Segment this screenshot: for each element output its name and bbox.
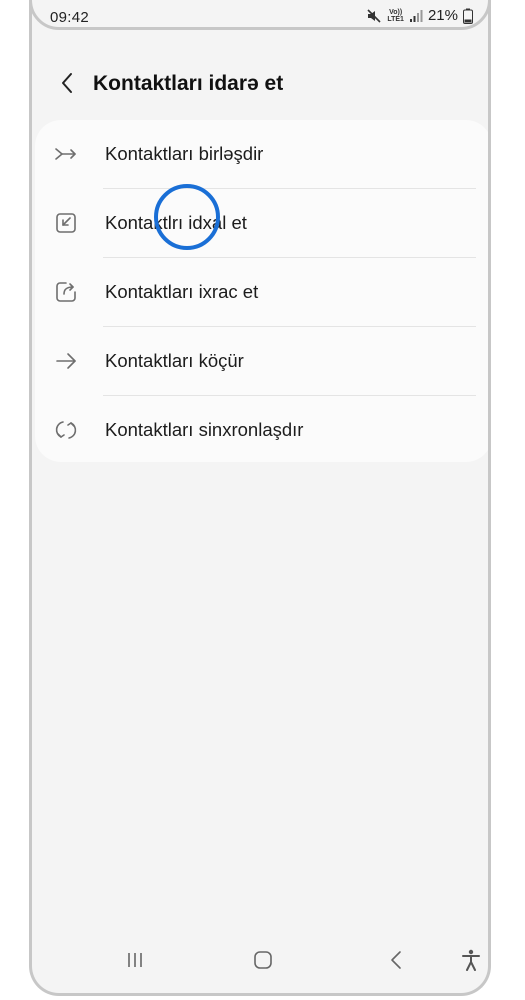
options-card: Kontaktları birləşdir Kontaktlrı idxal e… — [35, 120, 488, 465]
battery-icon — [463, 8, 473, 24]
menu-item-move-contacts[interactable]: Kontaktları köçür — [35, 327, 488, 396]
back-button[interactable] — [52, 70, 82, 100]
menu-item-sync-contacts[interactable]: Kontaktları sinxronlaşdır — [35, 396, 488, 465]
recents-button[interactable] — [120, 947, 150, 977]
sync-icon — [54, 418, 78, 442]
merge-icon — [54, 142, 78, 166]
home-button[interactable] — [248, 947, 278, 977]
menu-item-merge-contacts[interactable]: Kontaktları birləşdir — [35, 120, 488, 189]
signal-icon — [409, 9, 423, 23]
chevron-left-icon — [60, 72, 74, 99]
menu-item-label: Kontaktları köçür — [105, 350, 244, 371]
app-header: Kontaktları idarə et — [32, 60, 488, 110]
menu-item-import-contacts[interactable]: Kontaktlrı idxal et — [35, 189, 488, 258]
menu-item-label: Kontaktlrı idxal et — [105, 212, 247, 233]
status-icons: Vo)) LTE1 21% — [366, 7, 473, 24]
volte-top-text: Vo)) — [389, 8, 403, 16]
menu-item-label: Kontaktları sinxronlaşdır — [105, 419, 304, 440]
home-icon — [253, 950, 273, 975]
menu-item-label: Kontaktları birləşdir — [105, 143, 264, 164]
phone-screen: 09:42 Vo)) LTE1 21% Kontaktları idarə et… — [29, 0, 491, 996]
mute-icon — [366, 8, 382, 24]
menu-item-label: Kontaktları ixrac et — [105, 281, 259, 302]
nav-back-button[interactable] — [381, 947, 411, 977]
import-icon — [54, 211, 78, 235]
accessibility-button[interactable] — [456, 947, 486, 977]
menu-item-export-contacts[interactable]: Kontaktları ixrac et — [35, 258, 488, 327]
export-icon — [54, 280, 78, 304]
back-icon — [389, 950, 403, 975]
volte-icon: Vo)) LTE1 — [387, 9, 404, 23]
page-title: Kontaktları idarə et — [93, 72, 284, 95]
recents-icon — [125, 951, 145, 974]
navigation-bar — [32, 933, 488, 993]
arrow-right-icon — [54, 349, 78, 373]
battery-percent: 21% — [427, 7, 458, 24]
accessibility-icon — [461, 949, 481, 976]
status-bar: 09:42 Vo)) LTE1 21% — [32, 0, 488, 34]
status-time: 09:42 — [50, 9, 90, 26]
volte-bottom-text: LTE1 — [387, 15, 404, 23]
